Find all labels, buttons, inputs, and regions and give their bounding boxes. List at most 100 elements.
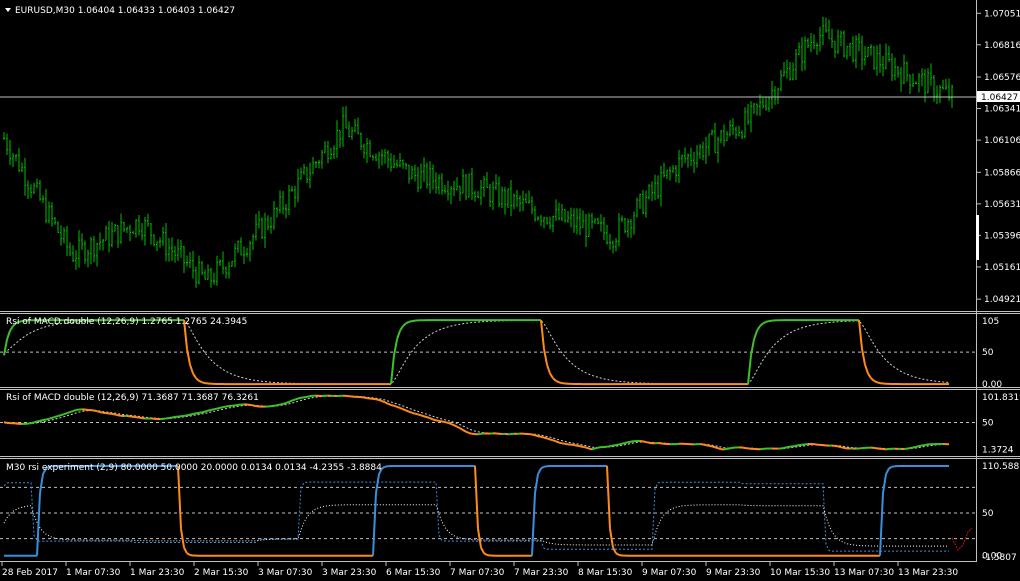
series-segment: [249, 403, 254, 407]
time-label: 1 Mar 07:30: [66, 568, 121, 578]
indicator-panel-3[interactable]: M30 rsi experiment (2,9) 80.0000 50.0000…: [0, 462, 1019, 563]
series-segment: [552, 439, 557, 443]
level-label: 105: [982, 317, 999, 327]
indicator-panel-1[interactable]: Rsi of MACD double (12,26,9) 1.2765 1.27…: [0, 317, 1002, 390]
time-axis: 28 Feb 2017 1 Mar 07:30 1 Mar 23:30 2 Mar 1…: [1, 562, 958, 578]
series-segment: [279, 402, 284, 406]
price-label: 1.05396: [984, 231, 1020, 241]
series-segment: [306, 395, 311, 398]
series-segment: [834, 444, 839, 448]
series-segment: [924, 443, 929, 446]
scroll-marker[interactable]: [976, 215, 979, 260]
series-segment: [624, 441, 629, 444]
series-segment: [288, 399, 293, 403]
series-segment: [555, 379, 560, 384]
series-segment: [177, 465, 182, 529]
series-segment: [297, 396, 302, 400]
series-segment: [54, 415, 59, 418]
series-segment: [429, 417, 434, 421]
series-segment: [546, 437, 551, 441]
series-segment: [114, 413, 119, 417]
time-label: 13 Mar 07:30: [834, 568, 894, 578]
series-segment: [540, 465, 545, 470]
series-segment: [468, 432, 473, 435]
series-segment: [186, 348, 191, 365]
series-segment: [186, 552, 191, 556]
series-segment: [480, 547, 485, 554]
series-segment: [36, 419, 41, 423]
level-label: 1.3724: [982, 446, 1014, 456]
main-price-panel[interactable]: 1.07051 1.06816 1.06576 1.06341 1.06106 1.058…: [0, 6, 1020, 305]
series-segment: [564, 442, 569, 446]
series-segment: [405, 409, 410, 413]
series-segment: [432, 418, 437, 422]
series-segment: [918, 444, 923, 448]
time-label: 1 Mar 23:30: [130, 568, 185, 578]
price-label: 1.04921: [984, 295, 1020, 305]
series-segment: [462, 429, 467, 433]
series-segment: [138, 416, 143, 420]
series-segment: [549, 438, 554, 442]
series-segment: [597, 446, 602, 449]
series-segment: [531, 492, 536, 556]
series-segment: [756, 325, 761, 332]
series-segment: [579, 445, 584, 448]
series-segment: [195, 377, 200, 382]
series-segment: [537, 467, 542, 475]
series-segment: [189, 412, 194, 416]
dropdown-triangle-icon[interactable]: [5, 8, 11, 12]
series-segment: [837, 445, 842, 449]
series-segment: [714, 446, 719, 450]
series-segment: [729, 446, 734, 450]
series-segment: [252, 404, 257, 408]
series-segment: [393, 339, 398, 356]
series-segment: [453, 424, 458, 428]
series-segment: [576, 444, 581, 448]
series-segment: [111, 412, 116, 416]
series-segment: [627, 440, 632, 444]
time-label: 28 Feb 2017: [2, 568, 58, 578]
series-segment: [441, 420, 446, 424]
series-segment: [399, 407, 404, 411]
time-label: 9 Mar 23:30: [706, 568, 761, 578]
series-segment: [96, 410, 101, 414]
series-segment: [909, 446, 914, 450]
level-label: 0.00: [982, 380, 1002, 390]
series-segment: [786, 445, 791, 449]
trading-chart[interactable]: 1.07051 1.06816 1.06576 1.06341 1.06106 1.058…: [0, 0, 1020, 581]
series-segment: [216, 406, 221, 410]
series-segment: [234, 403, 239, 407]
series-segment: [759, 322, 764, 327]
indicator-panel-2[interactable]: Rsi of MACD double (12,26,9) 71.3687 71.…: [0, 393, 1020, 456]
series-segment: [390, 355, 395, 385]
series-segment: [381, 400, 386, 404]
series-segment: [486, 554, 491, 557]
series-segment: [33, 420, 38, 424]
series-segment: [294, 397, 299, 401]
series-segment: [402, 322, 407, 327]
series-segment: [867, 372, 872, 379]
series-segment: [588, 447, 593, 451]
panel3-scale: 110.588500.00-1.5807: [982, 462, 1019, 563]
series-segment: [30, 421, 35, 425]
series-segment: [906, 447, 911, 450]
series-segment: [189, 554, 194, 557]
series-segment: [3, 339, 8, 356]
series-segment: [537, 435, 542, 438]
series-segment: [609, 444, 614, 448]
series-segment: [378, 399, 383, 402]
level-label: 50: [982, 418, 994, 428]
series-segment: [708, 444, 713, 448]
series-segment: [780, 446, 785, 450]
series-segment: [543, 436, 548, 440]
series-segment: [858, 320, 863, 350]
series-segment: [726, 447, 731, 450]
series-segment: [390, 403, 395, 407]
series-segment: [549, 372, 554, 379]
series-segment: [375, 398, 380, 402]
level-label: 110.588: [982, 462, 1019, 472]
series-segment: [558, 441, 563, 445]
series-segment: [225, 404, 230, 408]
time-label: 3 Mar 07:30: [258, 568, 313, 578]
level-label: -1.5807: [982, 553, 1017, 563]
